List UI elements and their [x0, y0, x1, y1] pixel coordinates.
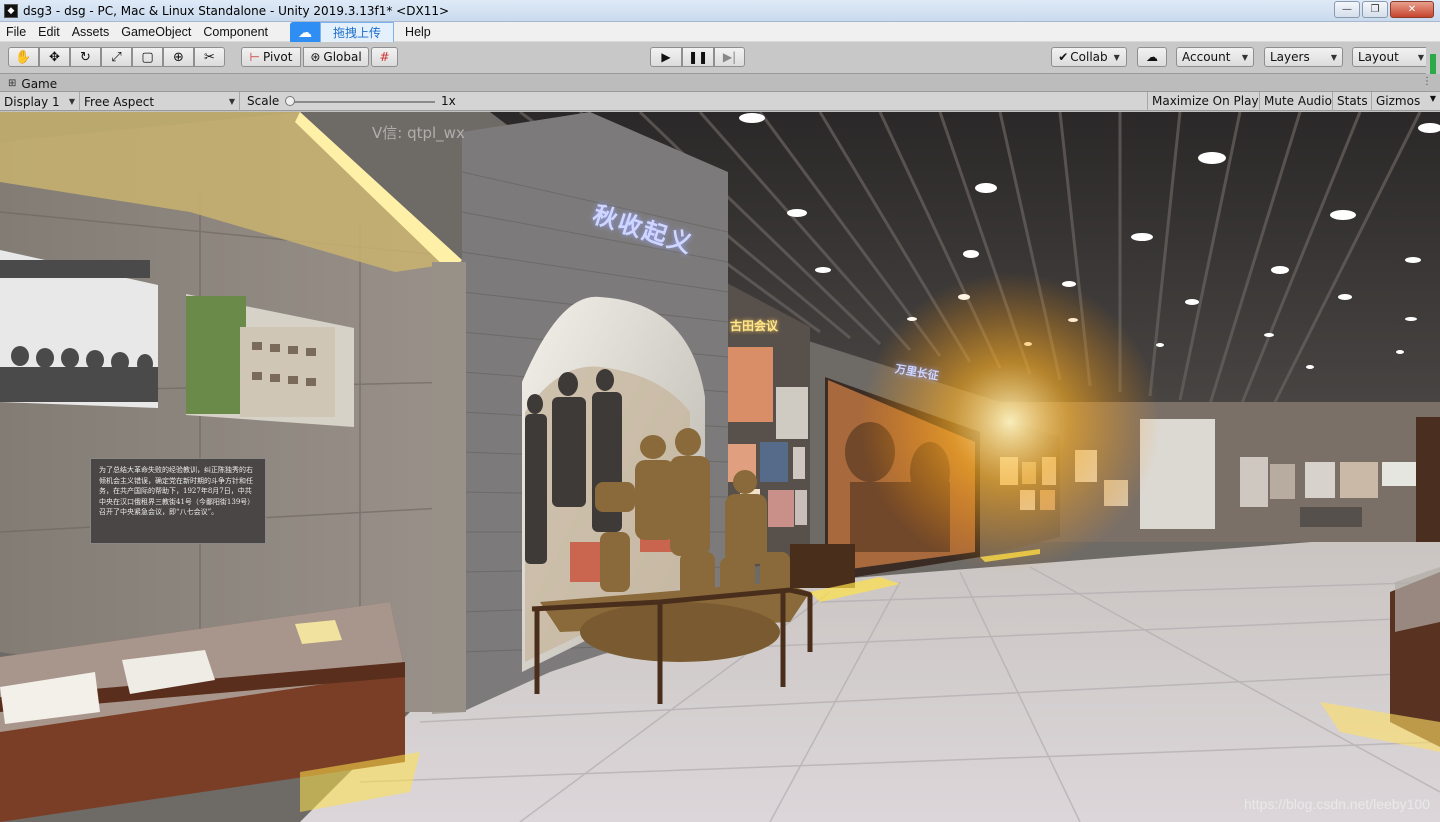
- window-titlebar: ◆ dsg3 - dsg - PC, Mac & Linux Standalon…: [0, 0, 1440, 22]
- unity-logo-icon: ◆: [4, 4, 18, 18]
- chevron-down-icon: ▼: [1430, 94, 1436, 103]
- chevron-down-icon: ▼: [1242, 53, 1248, 62]
- sign-gutian: 古田会议: [730, 317, 778, 334]
- rotate-tool-icon[interactable]: ↻: [70, 47, 101, 67]
- upload-overlay[interactable]: ☁ 拖拽上传: [290, 22, 394, 44]
- mute-audio-toggle[interactable]: Mute Audio: [1259, 92, 1336, 111]
- tab-game[interactable]: ⊞ Game: [4, 75, 63, 92]
- menu-component[interactable]: Component: [197, 22, 274, 42]
- watermark-bottom: https://blog.csdn.net/leeby100: [1244, 796, 1430, 812]
- chevron-down-icon: ▼: [1114, 53, 1120, 62]
- game-viewport[interactable]: V信: qtpl_wx 秋收起义 古田会议 万里长征 为了总结大革命失败的经验教…: [0, 112, 1440, 822]
- chevron-down-icon: ▼: [1418, 53, 1424, 62]
- step-button[interactable]: ▶|: [714, 47, 745, 67]
- layers-dropdown[interactable]: Layers ▼: [1264, 47, 1343, 67]
- aspect-value: Free Aspect: [84, 95, 154, 109]
- menu-file[interactable]: File: [0, 22, 32, 42]
- upload-label[interactable]: 拖拽上传: [320, 22, 394, 44]
- account-dropdown[interactable]: Account ▼: [1176, 47, 1254, 67]
- globe-icon: ⊛: [310, 50, 320, 64]
- watermark-top: V信: qtpl_wx: [372, 122, 465, 143]
- scale-tool-icon[interactable]: ⤢: [101, 47, 132, 67]
- layout-dropdown[interactable]: Layout ▼: [1352, 47, 1430, 67]
- game-tab-label: Game: [21, 77, 57, 91]
- layout-label: Layout: [1358, 50, 1399, 64]
- global-label: Global: [323, 50, 361, 64]
- main-toolbar: ✋ ✥ ↻ ⤢ ▢ ⊕ ✂ ⊢ Pivot ⊛ Global # ▶ ❚❚ ▶|…: [0, 42, 1440, 74]
- menu-assets[interactable]: Assets: [66, 22, 116, 42]
- maximize-button[interactable]: ❐: [1362, 1, 1388, 18]
- game-view-controls: Display 1 ▼ Free Aspect ▼ Scale 1x Maxim…: [0, 92, 1440, 111]
- gizmos-dropdown[interactable]: Gizmos: [1371, 92, 1424, 111]
- pause-icon: ❚❚: [688, 50, 708, 64]
- check-icon: ✔: [1058, 50, 1068, 64]
- window-controls: — ❐ ✕: [1334, 1, 1434, 18]
- collab-label: Collab: [1070, 50, 1107, 64]
- scale-slider-handle[interactable]: [285, 96, 295, 106]
- step-icon: ▶|: [723, 50, 736, 64]
- scale-label: Scale: [247, 94, 279, 108]
- pivot-icon: ⊢: [250, 50, 260, 64]
- cloud-services-button[interactable]: ☁: [1137, 47, 1167, 67]
- display-select[interactable]: Display 1 ▼: [0, 92, 80, 111]
- menu-bar: File Edit Assets GameObject Component w …: [0, 22, 1440, 42]
- global-toggle[interactable]: ⊛ Global: [303, 47, 369, 67]
- menu-gameobject[interactable]: GameObject: [115, 22, 197, 42]
- info-plaque: 为了总结大革命失败的经验教训，纠正陈独秀的右倾机会主义错误，确定党在新时期的斗争…: [90, 458, 266, 544]
- pause-button[interactable]: ❚❚: [682, 47, 714, 67]
- pivot-label: Pivot: [263, 50, 292, 64]
- custom-tool-icon[interactable]: ✂: [194, 47, 225, 67]
- play-button[interactable]: ▶: [650, 47, 682, 67]
- chevron-down-icon: ▼: [69, 97, 75, 106]
- collab-dropdown[interactable]: ✔ Collab ▼: [1051, 47, 1127, 67]
- stats-toggle[interactable]: Stats: [1332, 92, 1372, 111]
- account-label: Account: [1182, 50, 1230, 64]
- cloud-icon: ☁: [1146, 50, 1158, 64]
- scale-value: 1x: [441, 94, 456, 108]
- move-tool-icon[interactable]: ✥: [39, 47, 70, 67]
- display-value: Display 1: [4, 95, 60, 109]
- chevron-down-icon: ▼: [1331, 53, 1337, 62]
- grid-icon: #: [379, 50, 389, 64]
- transform-tool-icon[interactable]: ⊕: [163, 47, 194, 67]
- menu-help[interactable]: Help: [399, 22, 437, 42]
- play-icon: ▶: [661, 50, 670, 64]
- tab-menu-icon[interactable]: ⋮: [1422, 76, 1432, 87]
- game-controller-icon: ⊞: [8, 78, 16, 89]
- menu-edit[interactable]: Edit: [32, 22, 66, 42]
- aspect-select[interactable]: Free Aspect ▼: [80, 92, 240, 111]
- chevron-down-icon: ▼: [229, 97, 235, 106]
- rect-tool-icon[interactable]: ▢: [132, 47, 163, 67]
- scale-slider-track[interactable]: [290, 101, 435, 103]
- hand-tool-icon[interactable]: ✋: [8, 47, 39, 67]
- grid-snap-button[interactable]: #: [371, 47, 398, 67]
- layers-label: Layers: [1270, 50, 1310, 64]
- maximize-on-play-toggle[interactable]: Maximize On Play: [1147, 92, 1263, 111]
- close-button[interactable]: ✕: [1390, 1, 1434, 18]
- cloud-upload-icon: ☁: [290, 22, 320, 44]
- window-title: dsg3 - dsg - PC, Mac & Linux Standalone …: [23, 4, 449, 18]
- game-tab-bar: ⊞ Game ⋮: [0, 74, 1440, 92]
- minimize-button[interactable]: —: [1334, 1, 1360, 18]
- pivot-toggle[interactable]: ⊢ Pivot: [241, 47, 301, 67]
